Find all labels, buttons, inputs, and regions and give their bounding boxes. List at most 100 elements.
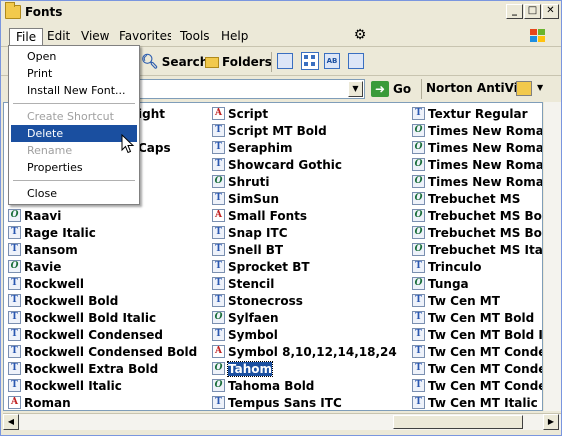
menu-file[interactable]: File [9,28,44,45]
list-item[interactable]: A Small Fonts [212,207,397,224]
list-item[interactable]: T Tw Cen MT Italic [412,394,542,410]
close-button[interactable]: ✕ [542,4,559,19]
menu-item-close[interactable]: Close [11,185,137,202]
list-item[interactable]: T Script MT Bold [212,122,397,139]
address-input[interactable]: ▼ [139,79,365,99]
font-column-3: T Textur Regular O Times New Roman O Times Ne… [412,105,542,410]
scroll-left-icon[interactable]: ◀ [3,414,19,430]
list-item[interactable]: O Trebuchet MS [412,190,542,207]
list-item[interactable]: O Shruti [212,173,397,190]
title-bar[interactable]: Fonts _ □ ✕ [1,1,561,25]
list-item[interactable]: O Tunga [412,275,542,292]
horizontal-scrollbar[interactable]: ◀ ▶ [3,413,561,430]
menu-separator [13,180,135,181]
similarity-view-icon[interactable]: AB [324,53,340,69]
list-item[interactable]: TTw Cen MT Bold Italic [412,326,542,343]
list-item[interactable]: T Rockwell Bold [8,292,197,309]
list-item[interactable]: A Roman [8,394,197,410]
menu-edit[interactable]: Edit [41,28,76,45]
list-item[interactable]: T Stonecross [212,292,397,309]
font-name: Snell BT [228,242,284,257]
horizontal-scroll-thumb[interactable] [393,415,523,429]
folders-label: Folders [222,55,272,69]
truetype-font-icon: T [8,277,21,290]
truetype-font-icon: T [412,396,425,409]
menu-item-delete[interactable]: Delete [11,125,137,142]
list-item[interactable]: T Rockwell Extra Bold [8,360,197,377]
list-item[interactable]: T Showcard Gothic [212,156,397,173]
font-name: Trinculo [428,259,482,274]
list-item[interactable]: A Script [212,105,397,122]
list-item[interactable]: T Snap ITC [212,224,397,241]
menu-favorites[interactable]: Favorites [113,28,171,45]
list-item[interactable]: T Snell BT [212,241,397,258]
list-item[interactable]: T Rockwell Italic [8,377,197,394]
go-button[interactable]: ➜ Go [371,79,411,99]
list-item[interactable]: T Stencil [212,275,397,292]
norton-antivirus-label[interactable]: Norton AntiVir [426,81,524,95]
search-button[interactable]: 🔍︎ Search [141,52,208,72]
scroll-right-icon[interactable]: ▶ [543,414,559,430]
truetype-font-icon: T [8,311,21,324]
list-item[interactable]: A Symbol 8,10,12,14,18,24 [212,343,397,360]
list-item[interactable]: O Ravie [8,258,197,275]
list-item[interactable]: O Tahoma Bold [212,377,397,394]
list-view-icon[interactable] [277,53,293,69]
list-item[interactable]: O Raavi [8,207,197,224]
menu-tools[interactable]: Tools [174,28,216,45]
truetype-font-icon: T [412,345,425,358]
folders-button[interactable]: Folders [205,52,272,72]
norton-icon[interactable] [516,81,532,96]
list-item[interactable]: TTw Cen MT Condensed I [412,377,542,394]
list-item[interactable]: T Rockwell Condensed Bold [8,343,197,360]
list-item[interactable]: T Tempus Sans ITC [212,394,397,410]
list-item[interactable]: T Rage Italic [8,224,197,241]
menu-item-properties[interactable]: Properties [11,159,137,176]
list-item[interactable]: OTrebuchet MS Italic [412,241,542,258]
menu-item-install-new-font[interactable]: Install New Font... [11,82,137,99]
maximize-button[interactable]: □ [524,4,541,19]
vertical-scrollbar[interactable] [544,102,561,411]
list-item[interactable]: TTw Cen MT Condensed I [412,360,542,377]
large-icons-view-icon[interactable] [301,52,319,70]
list-item[interactable]: O Times New Roman [412,122,542,139]
list-item[interactable]: OTimes New Roman Bold [412,139,542,156]
toolbar-options-icon[interactable]: ⚙ [349,27,371,45]
list-item[interactable]: OTimes New Roman Bold [412,156,542,173]
list-item[interactable]: T Tw Cen MT Bold [412,309,542,326]
list-item[interactable]: T Sprocket BT [212,258,397,275]
list-item[interactable]: T Trinculo [412,258,542,275]
address-dropdown-button[interactable]: ▼ [348,81,363,97]
list-item[interactable]: T Rockwell Bold Italic [8,309,197,326]
address-separator [421,79,422,99]
font-name: Tw Cen MT Condensed [428,344,542,359]
menu-view[interactable]: View [75,28,115,45]
details-view-icon[interactable] [348,53,364,69]
minimize-button[interactable]: _ [506,4,523,19]
opentype-font-icon: O [412,277,425,290]
truetype-font-icon: T [8,328,21,341]
font-name: Rockwell Condensed Bold [24,344,198,359]
list-item[interactable]: T Seraphim [212,139,397,156]
raster-font-icon: A [212,107,225,120]
list-item[interactable]: OTimes New Roman Italic [412,173,542,190]
list-item[interactable]: OTrebuchet MS Bold Itali [412,224,542,241]
menu-item-print[interactable]: Print [11,65,137,82]
list-item[interactable]: O Sylfaen [212,309,397,326]
norton-dropdown-icon[interactable]: ▼ [537,83,543,92]
list-item[interactable]: T Symbol [212,326,397,343]
list-item[interactable]: T Ransom [8,241,197,258]
list-item[interactable]: T Tw Cen MT [412,292,542,309]
list-item[interactable]: O Tahom [212,360,397,377]
list-item[interactable]: T SimSun [212,190,397,207]
list-item[interactable]: TTw Cen MT Condensed [412,343,542,360]
font-name: Stonecross [228,293,303,308]
truetype-font-icon: T [212,243,225,256]
list-item[interactable]: O Trebuchet MS Bold [412,207,542,224]
list-item[interactable]: T Textur Regular [412,105,542,122]
menu-help[interactable]: Help [215,28,254,45]
list-item[interactable]: T Rockwell Condensed [8,326,197,343]
menu-item-open[interactable]: Open [11,48,137,65]
list-item[interactable]: T Rockwell [8,275,197,292]
truetype-font-icon: T [212,158,225,171]
